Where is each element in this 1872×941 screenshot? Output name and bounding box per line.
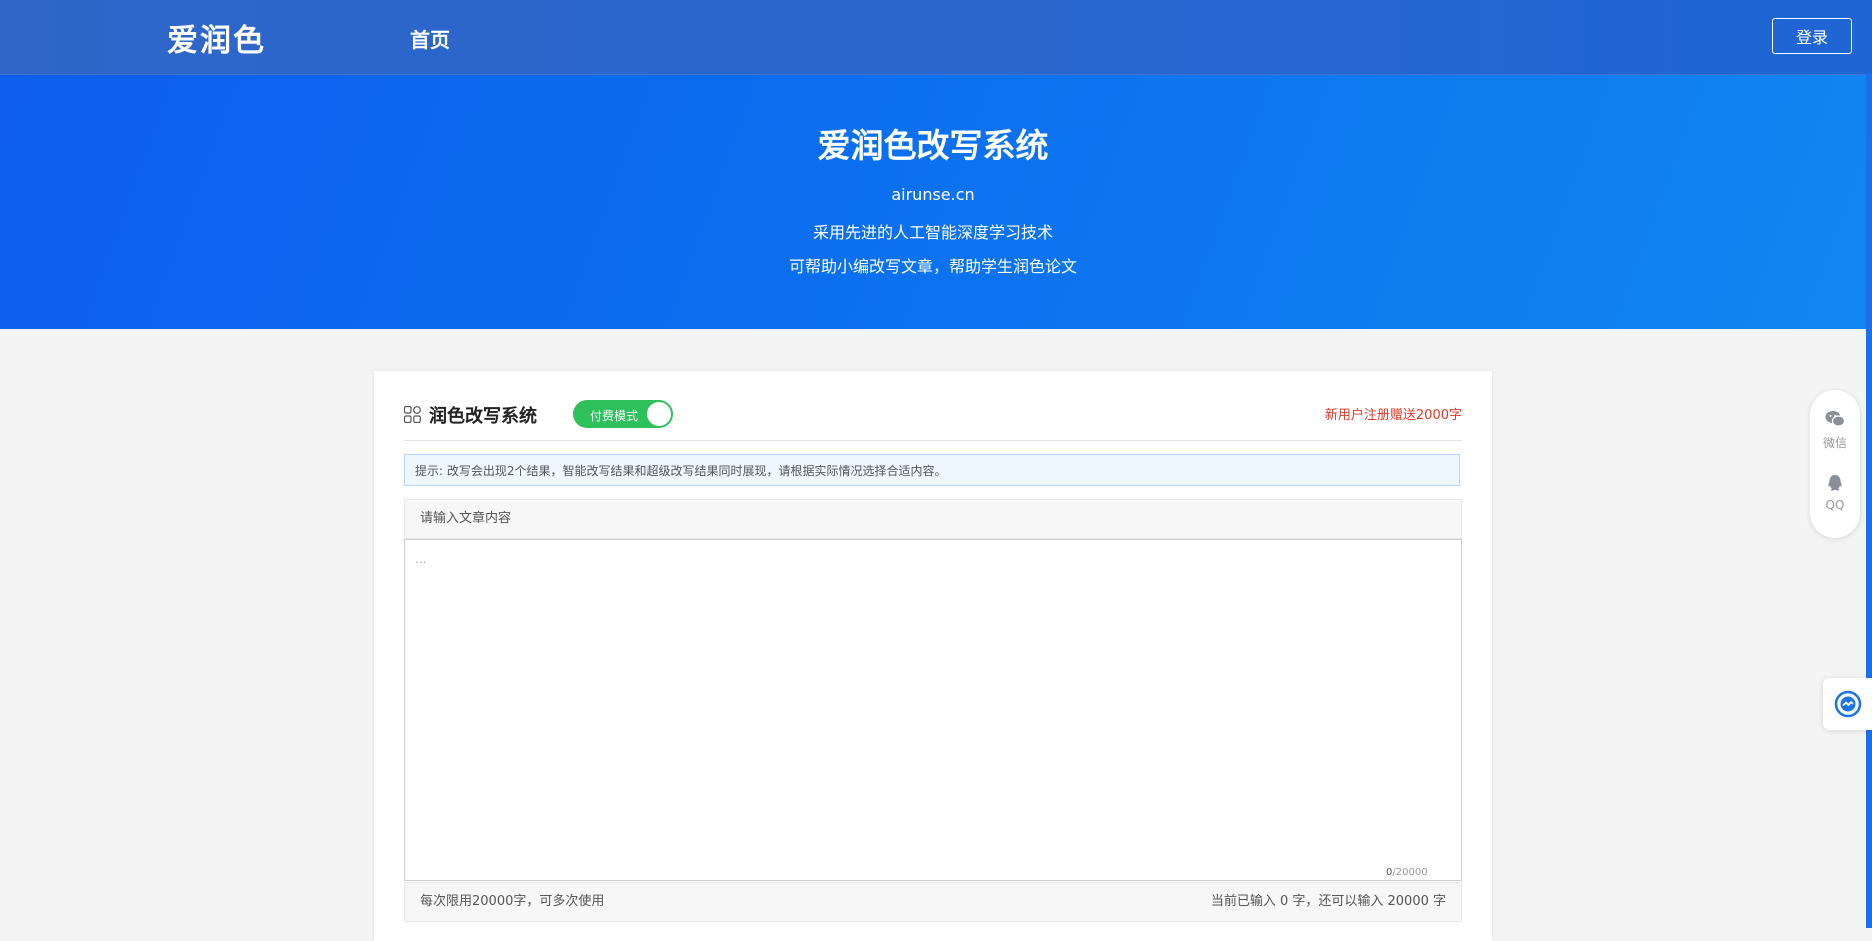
qq-contact[interactable]: QQ	[1810, 474, 1860, 512]
hero-banner: 爱润色改写系统 airunse.cn 采用先进的人工智能深度学习技术 可帮助小编…	[0, 75, 1866, 329]
site-logo[interactable]: 爱润色	[167, 15, 266, 60]
top-navbar: 爱润色 首页 登录	[0, 0, 1872, 75]
hero-tagline-2: 可帮助小编改写文章，帮助学生润色论文	[788, 257, 1077, 276]
promo-text[interactable]: 新用户注册赠送2000字	[1325, 404, 1462, 423]
input-count-text: 当前已输入 0 字，还可以输入 20000 字	[1210, 894, 1446, 909]
toggle-knob	[647, 402, 671, 426]
hero-title: 爱润色改写系统	[817, 126, 1049, 165]
nav-home-link[interactable]: 首页	[410, 24, 450, 53]
rewrite-card: 润色改写系统 付费模式 新用户注册赠送2000字 提示: 改写会出现2个结果，智…	[374, 371, 1492, 941]
login-button[interactable]: 登录	[1772, 18, 1852, 54]
hero-tagline-1: 采用先进的人工智能深度学习技术	[812, 223, 1053, 242]
divider	[404, 440, 1462, 441]
grid-icon	[404, 406, 421, 423]
article-input[interactable]	[404, 539, 1462, 881]
char-count-max: /20000	[1392, 867, 1428, 878]
contact-side-panel: 微信 QQ	[1810, 390, 1860, 538]
qq-icon	[1828, 475, 1842, 491]
page-scrollbar[interactable]	[1866, 74, 1872, 928]
input-header: 请输入文章内容	[404, 499, 1462, 539]
wechat-icon	[1825, 411, 1846, 427]
qq-label: QQ	[1825, 498, 1845, 512]
ai-assistant-icon	[1834, 690, 1861, 718]
tip-banner: 提示: 改写会出现2个结果，智能改写结果和超级改写结果同时展现，请根据实际情况选…	[404, 454, 1460, 486]
wechat-contact[interactable]: 微信	[1810, 410, 1860, 451]
char-counter: 0/20000	[1386, 867, 1428, 878]
paid-mode-toggle[interactable]: 付费模式	[573, 400, 673, 428]
wechat-label: 微信	[1822, 436, 1847, 450]
card-title: 润色改写系统	[429, 406, 537, 427]
ai-assistant-button[interactable]	[1823, 678, 1872, 730]
card-header: 润色改写系统 付费模式 新用户注册赠送2000字	[404, 399, 1462, 431]
toggle-label: 付费模式	[590, 409, 639, 423]
input-footer: 每次限用20000字，可多次使用 当前已输入 0 字，还可以输入 20000 字	[404, 882, 1462, 922]
usage-limit-text: 每次限用20000字，可多次使用	[420, 894, 605, 909]
hero-domain: airunse.cn	[891, 185, 975, 204]
